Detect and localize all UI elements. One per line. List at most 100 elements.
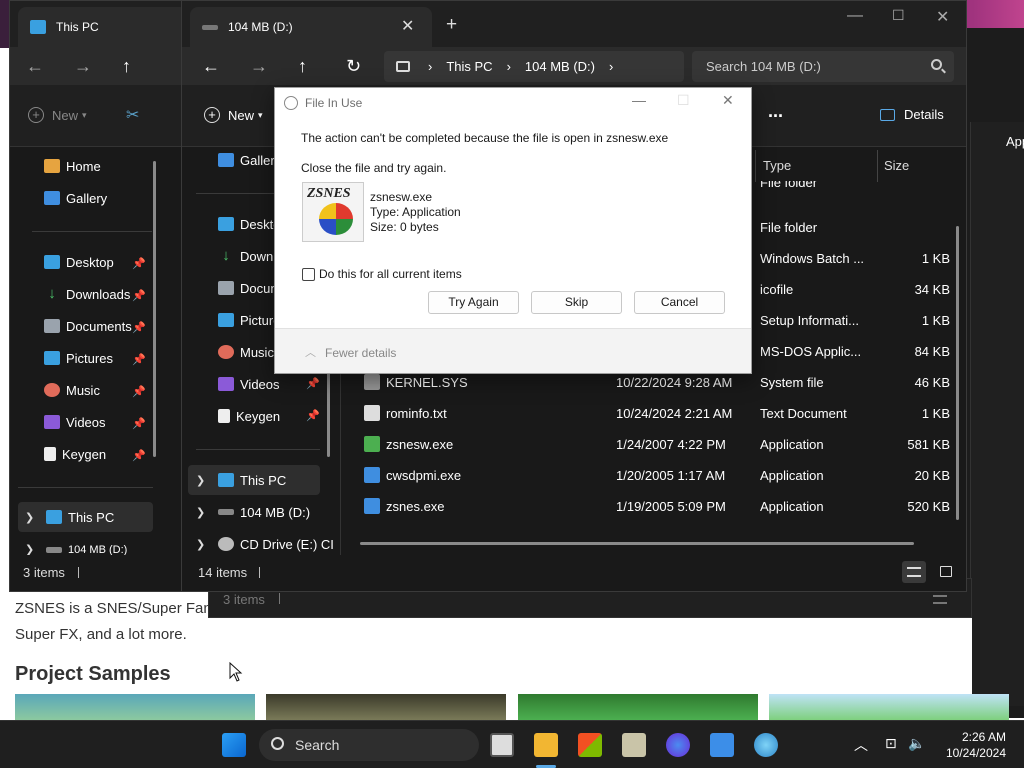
list-view-icon[interactable]: [933, 595, 947, 604]
file-explorer-icon[interactable]: [534, 733, 558, 757]
tab-this-pc[interactable]: This PC: [18, 7, 188, 47]
start-button-windows-icon[interactable]: [222, 733, 246, 757]
sidebar-item-music[interactable]: Music: [44, 375, 100, 405]
chevron-right-icon[interactable]: ❯: [196, 506, 205, 519]
sidebar-item-keygen[interactable]: Keygen: [218, 401, 280, 431]
pin-icon[interactable]: 📌: [132, 353, 146, 366]
sidebar-item-downloads[interactable]: ↓ Downl: [218, 241, 276, 271]
minimize-icon[interactable]: —: [632, 92, 646, 108]
volume-icon[interactable]: 🔈: [908, 735, 925, 752]
tab-drive-d[interactable]: 104 MB (D:): [190, 7, 432, 47]
sidebar-item-music[interactable]: Music: [218, 337, 274, 367]
address-bar[interactable]: › This PC › 104 MB (D:) ›: [384, 51, 684, 82]
package-app-icon[interactable]: [622, 733, 646, 757]
tiles-view-icon[interactable]: [940, 566, 952, 577]
forward-button[interactable]: →: [250, 56, 268, 77]
refresh-button[interactable]: ↻: [346, 56, 361, 77]
details-button[interactable]: Details: [880, 107, 944, 122]
breadcrumb-this-pc[interactable]: This PC: [446, 59, 492, 74]
fewer-details-link[interactable]: Fewer details: [325, 346, 396, 360]
sidebar-item-this-pc[interactable]: This PC: [18, 502, 153, 532]
table-row[interactable]: zsnesw.exe 1/24/2007 4:22 PM Application 58…: [358, 429, 954, 460]
file-type-cell: Setup Informati...: [760, 313, 859, 328]
task-view-icon[interactable]: [490, 733, 514, 757]
sidebar-item-desktop[interactable]: Deskto: [218, 209, 280, 239]
sidebar-item-downloads[interactable]: ↓ Downloads: [44, 279, 130, 309]
up-button[interactable]: ↑: [298, 56, 307, 77]
pin-icon[interactable]: 📌: [306, 377, 320, 390]
apply-to-all-label[interactable]: Do this for all current items: [319, 267, 462, 281]
pin-icon[interactable]: 📌: [132, 257, 146, 270]
sidebar-item-desktop[interactable]: Desktop: [44, 247, 114, 277]
chevron-right-icon[interactable]: ❯: [196, 538, 205, 551]
sample-thumbnail[interactable]: [518, 694, 758, 720]
sample-thumbnail[interactable]: [769, 694, 1009, 720]
sidebar-item-home[interactable]: Home: [44, 151, 101, 181]
details-view-button[interactable]: [902, 561, 926, 583]
maximize-icon[interactable]: ☐: [892, 7, 905, 24]
back-button[interactable]: ←: [26, 56, 44, 77]
file-list-scrollbar[interactable]: [956, 226, 959, 520]
minimize-icon[interactable]: —: [847, 7, 863, 25]
sidebar-item-keygen[interactable]: Keygen: [44, 439, 106, 469]
sidebar-item-drive-d[interactable]: 104 MB (D:): [218, 497, 310, 527]
skip-button[interactable]: Skip: [531, 291, 622, 314]
chevron-right-icon[interactable]: ❯: [25, 511, 34, 524]
new-tab-button[interactable]: +: [446, 14, 457, 36]
pin-icon[interactable]: 📌: [132, 385, 146, 398]
sidebar-item-gallery[interactable]: Gallery: [218, 145, 281, 175]
column-header-type[interactable]: Type: [763, 146, 791, 184]
sidebar-item-pictures[interactable]: Pictures: [44, 343, 113, 373]
chevron-up-icon[interactable]: ︿: [305, 344, 316, 360]
status-item-count: 14 items: [198, 565, 248, 580]
notepad-icon[interactable]: [710, 733, 734, 757]
search-input[interactable]: Search 104 MB (D:): [692, 51, 954, 82]
apply-to-all-checkbox[interactable]: [302, 268, 315, 281]
sidebar-item-this-pc[interactable]: This PC: [188, 465, 320, 495]
table-row[interactable]: rominfo.txt 10/24/2024 2:21 AM Text Docume…: [358, 398, 954, 429]
microsoft-store-icon[interactable]: [578, 733, 602, 757]
sidebar-item-videos[interactable]: Videos: [44, 407, 106, 437]
sidebar-item-pictures[interactable]: Picture: [218, 305, 280, 335]
pin-icon[interactable]: 📌: [132, 449, 146, 462]
firefox-icon[interactable]: [666, 733, 690, 757]
web-text-line: Super FX, and a lot more.: [15, 626, 187, 643]
up-button[interactable]: ↑: [122, 56, 131, 77]
forward-button[interactable]: →: [74, 56, 92, 77]
network-icon[interactable]: ⊡: [885, 735, 897, 752]
file-type-cell: Windows Batch ...: [760, 251, 865, 266]
file-list-horizontal-scrollbar[interactable]: [360, 542, 914, 545]
cut-icon[interactable]: ✂: [126, 105, 139, 125]
table-row[interactable]: cwsdpmi.exe 1/20/2005 1:17 AM Application 2…: [358, 460, 954, 491]
paint-icon[interactable]: [754, 733, 778, 757]
sample-thumbnail[interactable]: [266, 694, 506, 720]
sidebar-item-gallery[interactable]: Gallery: [44, 183, 107, 213]
file-icon: [364, 467, 380, 483]
table-row[interactable]: zsnes.exe 1/19/2005 5:09 PM Application 520…: [358, 491, 954, 522]
pin-icon[interactable]: 📌: [132, 417, 146, 430]
pin-icon[interactable]: 📌: [306, 409, 320, 422]
more-options-button[interactable]: ...: [768, 101, 783, 122]
sidebar-scrollbar[interactable]: [153, 161, 156, 457]
close-window-icon[interactable]: ✕: [936, 7, 949, 27]
close-icon[interactable]: ✕: [722, 92, 734, 109]
pin-icon[interactable]: 📌: [132, 321, 146, 334]
pin-icon[interactable]: 📌: [132, 289, 146, 302]
sidebar-item-documents[interactable]: Docun: [218, 273, 278, 303]
breadcrumb-drive-d[interactable]: 104 MB (D:): [525, 59, 595, 74]
taskbar-search[interactable]: Search: [259, 729, 479, 761]
close-tab-icon[interactable]: ✕: [401, 16, 414, 36]
try-again-button[interactable]: Try Again: [428, 291, 519, 314]
column-header-size[interactable]: Size: [884, 146, 909, 184]
taskbar-clock[interactable]: 2:26 AM 10/24/2024: [944, 729, 1006, 761]
sample-thumbnail[interactable]: [15, 694, 255, 720]
file-type-cell: Application: [760, 468, 824, 483]
new-button[interactable]: + New ▾: [204, 107, 263, 123]
chevron-right-icon[interactable]: ❯: [196, 474, 205, 487]
new-button[interactable]: + New ▾: [28, 107, 87, 123]
cancel-button[interactable]: Cancel: [634, 291, 725, 314]
back-button[interactable]: ←: [202, 56, 220, 77]
sidebar-item-documents[interactable]: Documents: [44, 311, 132, 341]
sidebar-item-videos[interactable]: Videos: [218, 369, 280, 399]
chevron-up-icon[interactable]: ︿: [854, 735, 868, 755]
